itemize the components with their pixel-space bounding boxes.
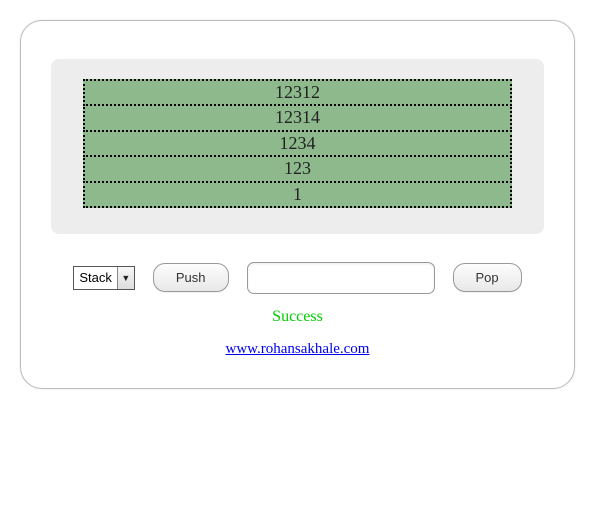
mode-select[interactable]: Stack ▼ (73, 266, 135, 290)
stack-item: 12314 (83, 104, 512, 131)
stack-display-panel: 12312 12314 1234 123 1 (51, 59, 544, 234)
pop-button[interactable]: Pop (453, 263, 522, 292)
mode-select-label: Stack (74, 270, 117, 285)
footer: www.rohansakhale.com (51, 340, 544, 358)
stack-item: 123 (83, 155, 512, 182)
stack-item: 12312 (83, 79, 512, 106)
value-input[interactable] (247, 262, 435, 294)
stack-item: 1234 (83, 130, 512, 157)
stack-item: 1 (83, 181, 512, 208)
controls-row: Stack ▼ Push Pop (51, 262, 544, 294)
push-button[interactable]: Push (153, 263, 229, 292)
main-card: 12312 12314 1234 123 1 Stack ▼ Push Pop … (20, 20, 575, 389)
site-link[interactable]: www.rohansakhale.com (226, 341, 370, 357)
chevron-down-icon: ▼ (117, 267, 134, 289)
status-message: Success (51, 308, 544, 326)
